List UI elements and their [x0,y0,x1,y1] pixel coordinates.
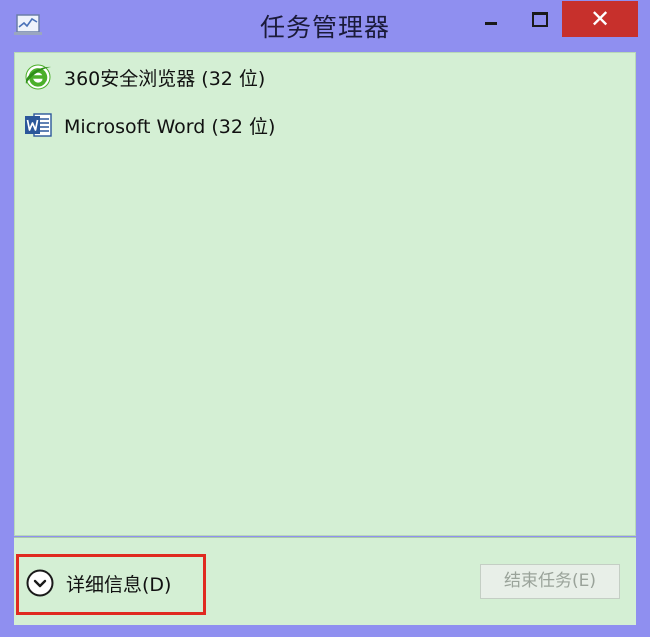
maximize-icon [532,12,548,27]
list-item-label: 360安全浏览器 (32 位) [64,67,266,90]
maximize-button[interactable] [516,2,562,36]
end-task-button[interactable]: 结束任务(E) [480,564,620,599]
list-item-label: Microsoft Word (32 位) [64,115,276,138]
list-item-word[interactable]: Microsoft Word (32 位) [15,103,635,147]
chevron-down-circle-icon [26,569,54,597]
close-button[interactable]: ✕ [562,1,638,37]
more-details-label: 详细信息(D) [66,573,172,596]
word-icon [25,113,52,137]
close-icon: ✕ [589,5,611,33]
app-list[interactable]: 360安全浏览器 (32 位) Microsoft Word (32 位) [14,52,636,536]
bottom-bar: 详细信息(D) 结束任务(E) [14,537,636,625]
ie-browser-icon [25,64,51,90]
more-details-toggle[interactable]: 详细信息(D) [26,565,171,601]
task-manager-window: 任务管理器 ✕ 360安全浏览器 (32 位) Microsoft Word (… [0,0,650,637]
list-item-360-browser[interactable]: 360安全浏览器 (32 位) [15,55,635,99]
minimize-icon [485,22,497,25]
minimize-button[interactable] [466,2,516,36]
title-bar[interactable]: 任务管理器 ✕ [0,0,650,52]
